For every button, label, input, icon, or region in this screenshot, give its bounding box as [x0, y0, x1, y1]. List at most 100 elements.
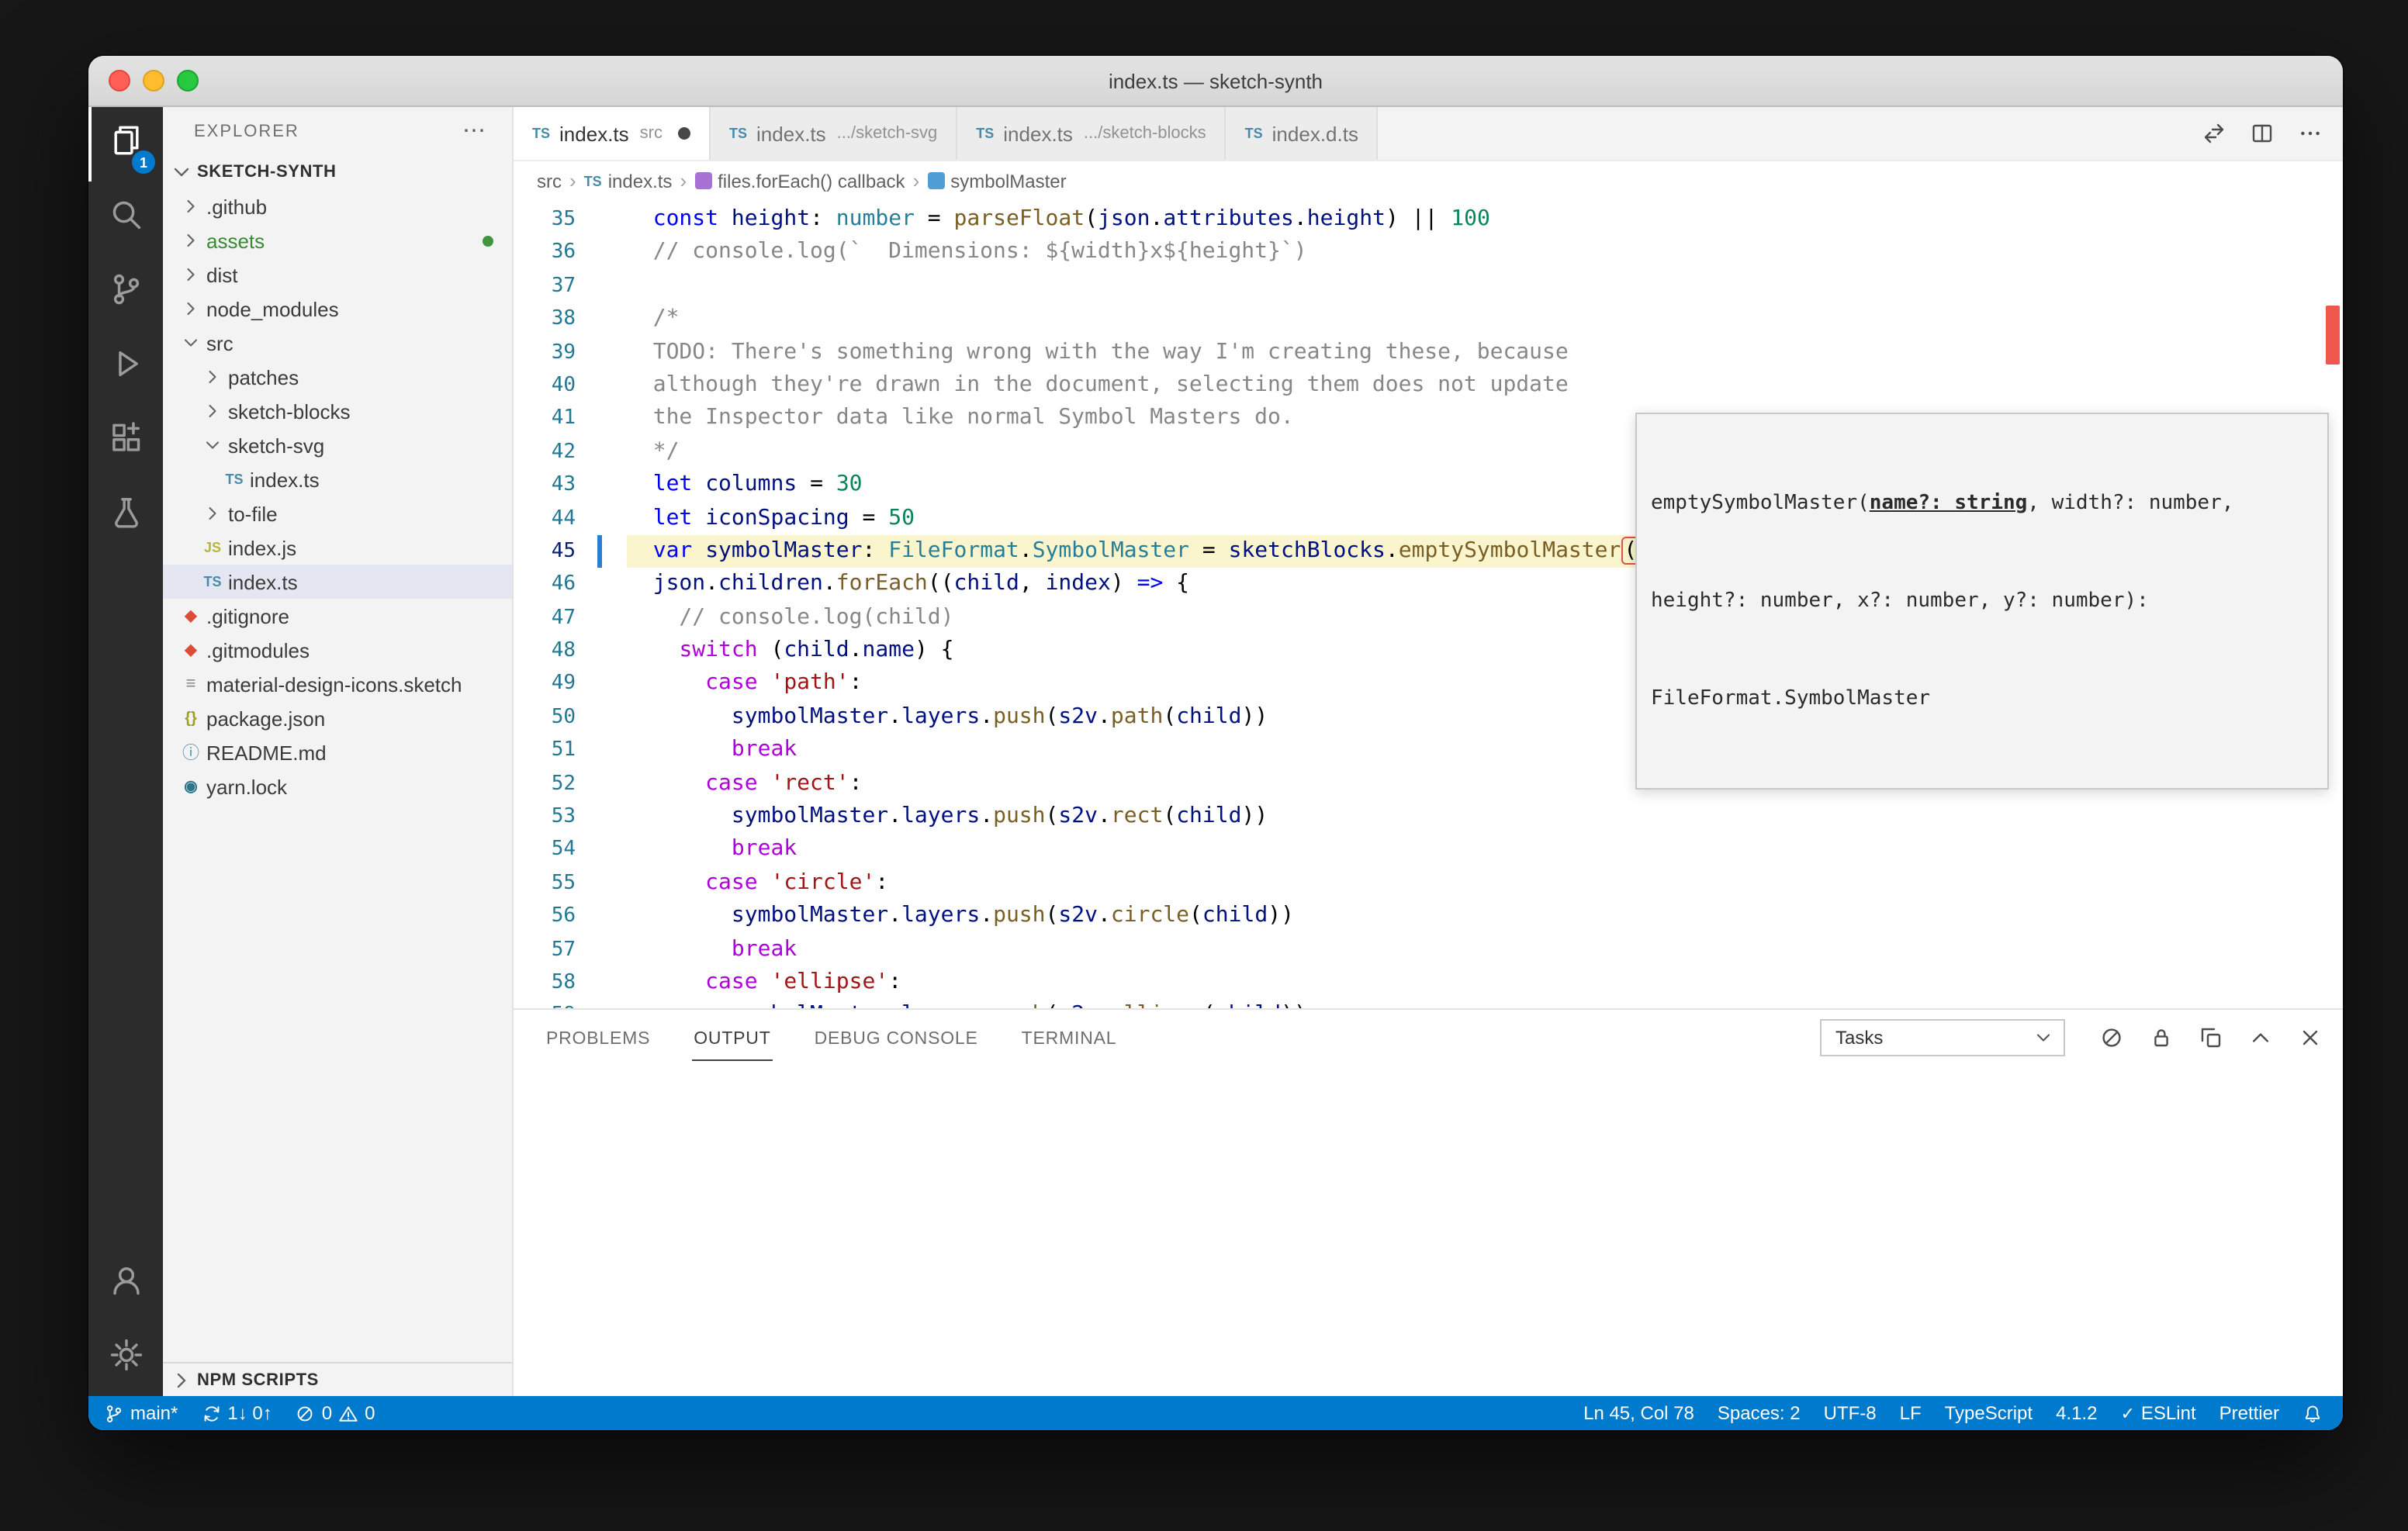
code-line[interactable]: 38 /*	[514, 302, 2321, 336]
tree-item[interactable]: sketch-blocks	[163, 394, 512, 428]
line-number[interactable]: 51	[514, 734, 576, 768]
code-line[interactable]: 53 symbolMaster.layers.push(s2v.rect(chi…	[514, 800, 2321, 834]
activity-item-search[interactable]	[88, 181, 163, 256]
tree-item[interactable]: .github	[163, 189, 512, 223]
code-line[interactable]: 56 symbolMaster.layers.push(s2v.circle(c…	[514, 900, 2321, 933]
tree-item[interactable]: patches	[163, 360, 512, 394]
breadcrumb-item[interactable]: symbolMaster	[927, 170, 1067, 192]
code-line[interactable]: 40 although they're drawn in the documen…	[514, 369, 2321, 403]
line-number[interactable]: 45	[514, 535, 576, 569]
tree-item[interactable]: ◆ .gitmodules	[163, 633, 512, 667]
tree-item[interactable]: node_modules	[163, 292, 512, 326]
tab-index.ts[interactable]: TS index.ts .../sketch-svg	[711, 107, 958, 160]
line-number[interactable]: 58	[514, 966, 576, 1000]
line-number[interactable]: 55	[514, 867, 576, 900]
tree-item[interactable]: JS index.js	[163, 530, 512, 565]
tree-item[interactable]: src	[163, 326, 512, 360]
tree-item[interactable]: TS index.ts	[163, 565, 512, 599]
output-content[interactable]	[514, 1064, 2343, 1396]
problems-status[interactable]: 0 0	[296, 1402, 375, 1424]
line-number[interactable]: 38	[514, 302, 576, 336]
activity-item-run-debug[interactable]	[88, 330, 163, 405]
zoom-window-button[interactable]	[177, 70, 199, 92]
cursor-position[interactable]: Ln 45, Col 78	[1583, 1402, 1694, 1424]
tree-item[interactable]: sketch-svg	[163, 428, 512, 462]
panel-tab-debug-console[interactable]: DEBUG CONSOLE	[813, 1014, 980, 1060]
line-number[interactable]: 44	[514, 502, 576, 535]
open-changes-icon[interactable]	[2202, 121, 2226, 146]
activity-item-account[interactable]	[88, 1247, 163, 1322]
maximize-panel-icon[interactable]	[2248, 1025, 2273, 1049]
line-number[interactable]: 56	[514, 900, 576, 933]
code-editor[interactable]: 35 const height: number = parseFloat(jso…	[514, 200, 2343, 1008]
explorer-more-actions-icon[interactable]: ⋯	[462, 119, 487, 142]
indentation-status[interactable]: Spaces: 2	[1718, 1402, 1801, 1424]
encoding-status[interactable]: UTF-8	[1824, 1402, 1877, 1424]
tab-index.ts[interactable]: TS index.ts .../sketch-blocks	[957, 107, 1226, 160]
notifications-status[interactable]	[2302, 1403, 2323, 1423]
eol-status[interactable]: LF	[1900, 1402, 1922, 1424]
code-line[interactable]: 54 break	[514, 834, 2321, 867]
prettier-status[interactable]: Prettier	[2219, 1402, 2279, 1424]
code-line[interactable]: 57 break	[514, 933, 2321, 966]
breadcrumb-item[interactable]: src	[537, 170, 562, 192]
line-number[interactable]: 35	[514, 203, 576, 237]
close-panel-icon[interactable]	[2298, 1025, 2323, 1049]
line-number[interactable]: 59	[514, 1000, 576, 1008]
code-line[interactable]: 36 // console.log(` Dimensions: ${width}…	[514, 237, 2321, 270]
line-number[interactable]: 39	[514, 336, 576, 369]
code-line[interactable]: 59 symbolMaster.layers.push(s2v.ellipse(…	[514, 1000, 2321, 1008]
output-channel-select[interactable]: Tasks	[1820, 1018, 2065, 1056]
tree-item[interactable]: assets	[163, 223, 512, 257]
activity-item-testing[interactable]	[88, 479, 163, 554]
typescript-version[interactable]: 4.1.2	[2056, 1402, 2097, 1424]
panel-tab-terminal[interactable]: TERMINAL	[1020, 1014, 1119, 1060]
minimize-window-button[interactable]	[143, 70, 164, 92]
breadcrumb-item[interactable]: TS index.ts	[584, 170, 673, 192]
close-window-button[interactable]	[109, 70, 130, 92]
activity-item-explorer[interactable]: 1	[88, 107, 163, 181]
language-mode[interactable]: TypeScript	[1945, 1402, 2033, 1424]
eslint-status[interactable]: ✓ ESLint	[2120, 1402, 2195, 1424]
line-number[interactable]: 41	[514, 403, 576, 436]
titlebar[interactable]: index.ts — sketch-synth	[88, 56, 2343, 107]
tree-item[interactable]: dist	[163, 257, 512, 292]
line-number[interactable]: 42	[514, 435, 576, 468]
code-line[interactable]: 58 case 'ellipse':	[514, 966, 2321, 1000]
line-number[interactable]: 52	[514, 767, 576, 800]
branch-status[interactable]: main*	[104, 1402, 178, 1424]
line-number[interactable]: 47	[514, 601, 576, 634]
line-number[interactable]: 46	[514, 569, 576, 602]
line-number[interactable]: 36	[514, 237, 576, 270]
activity-item-extensions[interactable]	[88, 405, 163, 479]
tree-item[interactable]: TS index.ts	[163, 462, 512, 496]
line-number[interactable]: 48	[514, 634, 576, 668]
sync-status[interactable]: 1↓ 0↑	[201, 1402, 272, 1424]
line-number[interactable]: 53	[514, 800, 576, 834]
panel-tab-output[interactable]: OUTPUT	[692, 1014, 772, 1060]
code-line[interactable]: 55 case 'circle':	[514, 867, 2321, 900]
npm-scripts-section-header[interactable]: NPM SCRIPTS	[163, 1362, 512, 1396]
line-number[interactable]: 50	[514, 701, 576, 734]
code-line[interactable]: 37	[514, 270, 2321, 303]
workspace-section-header[interactable]: SKETCH-SYNTH	[163, 155, 512, 189]
breadcrumb-item[interactable]: files.forEach() callback	[694, 170, 905, 192]
code-line[interactable]: 35 const height: number = parseFloat(jso…	[514, 203, 2321, 237]
tree-item[interactable]: ⓘ README.md	[163, 735, 512, 769]
code-line[interactable]: 39 TODO: There's something wrong with th…	[514, 336, 2321, 369]
tab-index.ts[interactable]: TS index.ts src	[514, 107, 711, 160]
panel-tab-problems[interactable]: PROBLEMS	[545, 1014, 652, 1060]
line-number[interactable]: 49	[514, 668, 576, 701]
tab-index.d.ts[interactable]: TS index.d.ts	[1226, 107, 1379, 160]
lock-scroll-icon[interactable]	[2149, 1025, 2174, 1049]
line-number[interactable]: 54	[514, 834, 576, 867]
tree-item[interactable]: ≡ material-design-icons.sketch	[163, 667, 512, 701]
split-editor-icon[interactable]	[2250, 121, 2275, 146]
tree-item[interactable]: ◆ .gitignore	[163, 599, 512, 633]
line-number[interactable]: 57	[514, 933, 576, 966]
more-actions-icon[interactable]	[2298, 121, 2323, 146]
activity-item-settings[interactable]	[88, 1322, 163, 1396]
open-in-editor-icon[interactable]	[2199, 1025, 2223, 1049]
tree-item[interactable]: to-file	[163, 496, 512, 530]
tree-item[interactable]: ◉ yarn.lock	[163, 769, 512, 804]
